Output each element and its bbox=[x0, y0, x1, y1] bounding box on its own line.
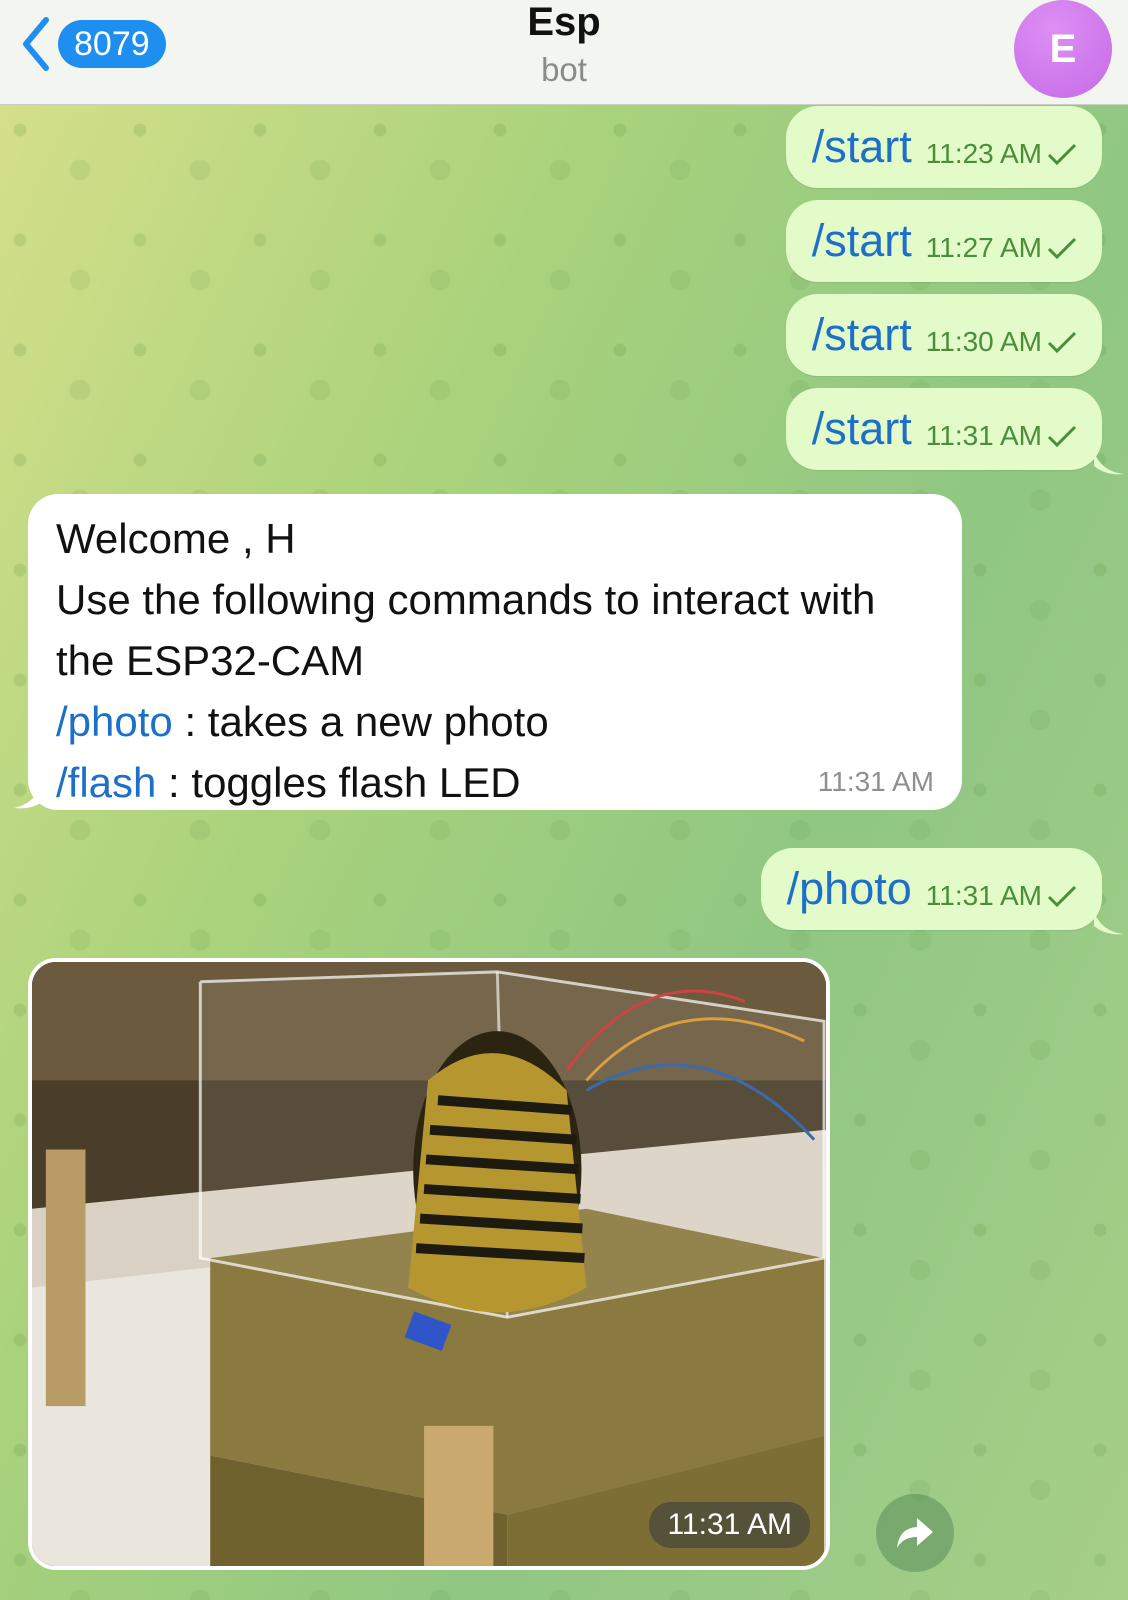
command-line: /photo : takes a new photo bbox=[56, 691, 934, 752]
forward-icon bbox=[897, 1518, 933, 1548]
command-description: : toggles flash LED bbox=[156, 759, 521, 806]
check-icon bbox=[1047, 143, 1077, 166]
command-line: /flash : toggles flash LED bbox=[56, 752, 934, 813]
message-time: 11:31 AM bbox=[817, 766, 934, 797]
bubble-tail bbox=[14, 782, 44, 809]
check-icon bbox=[1047, 237, 1077, 260]
message-line: the ESP32-CAM bbox=[56, 637, 365, 684]
command-description: : takes a new photo bbox=[172, 698, 549, 745]
message-time: 11:27 AM bbox=[925, 232, 1042, 263]
photo-time: 11:31 AM bbox=[649, 1502, 810, 1548]
message-text[interactable]: /photo bbox=[787, 863, 912, 915]
bubble-tail bbox=[1094, 452, 1124, 475]
message-time: 11:31 AM bbox=[925, 880, 1042, 911]
outgoing-message[interactable]: /start 11:30 AM bbox=[785, 294, 1102, 376]
outgoing-message[interactable]: /start 11:27 AM bbox=[785, 200, 1102, 282]
forward-button[interactable] bbox=[876, 1494, 954, 1572]
check-icon bbox=[1047, 331, 1077, 354]
chat-title-area[interactable]: Esp bot bbox=[0, 0, 1128, 89]
message-text[interactable]: /start bbox=[812, 121, 912, 173]
photo-image bbox=[32, 962, 826, 1566]
message-time: 11:30 AM bbox=[925, 326, 1042, 357]
message-text[interactable]: /start bbox=[812, 215, 912, 267]
message-text[interactable]: /start bbox=[812, 403, 912, 455]
chat-title: Esp bbox=[527, 0, 601, 44]
check-icon bbox=[1047, 885, 1077, 908]
outgoing-message[interactable]: /start 11:31 AM bbox=[785, 388, 1102, 470]
message-text[interactable]: /start bbox=[812, 309, 912, 361]
message-time: 11:23 AM bbox=[925, 138, 1042, 169]
outgoing-message[interactable]: /photo 11:31 AM bbox=[760, 848, 1102, 930]
avatar[interactable]: E bbox=[1014, 0, 1112, 98]
bubble-tail bbox=[1094, 912, 1124, 935]
message-line: Welcome , H bbox=[56, 515, 296, 562]
command-link[interactable]: /flash bbox=[56, 759, 156, 806]
command-link[interactable]: /photo bbox=[56, 698, 173, 745]
incoming-message[interactable]: Welcome , H Use the following commands t… bbox=[28, 494, 962, 810]
chat-header: 8079 Esp bot E bbox=[0, 0, 1128, 105]
message-line: Use the following commands to interact w… bbox=[56, 576, 876, 623]
message-time: 11:31 AM bbox=[925, 420, 1042, 451]
chat-subtitle: bot bbox=[541, 51, 587, 88]
outgoing-message[interactable]: /start 11:23 AM bbox=[785, 106, 1102, 188]
check-icon bbox=[1047, 425, 1077, 448]
photo-message[interactable]: 11:31 AM bbox=[28, 958, 830, 1570]
